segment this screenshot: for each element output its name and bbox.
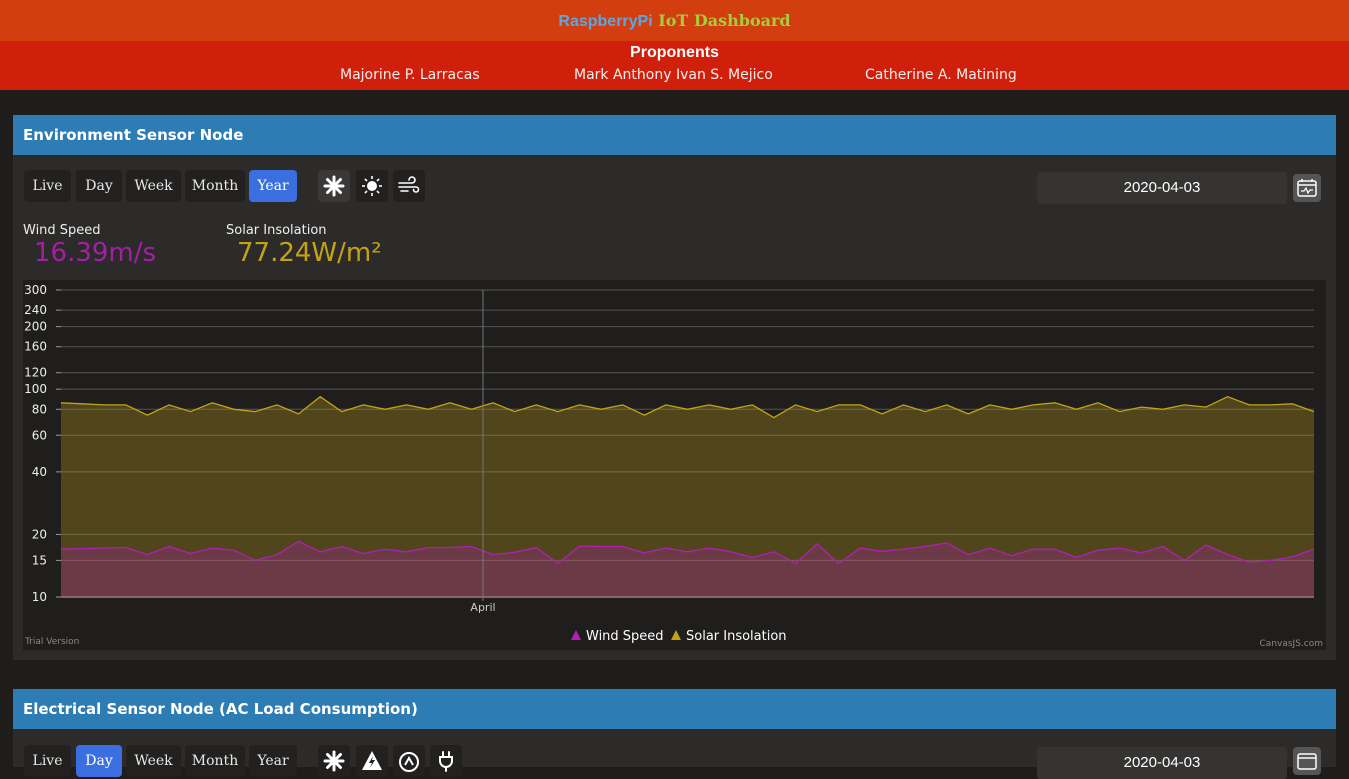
- gauge-button[interactable]: [393, 745, 425, 777]
- y-tick-label: 160: [24, 340, 47, 354]
- proponent-name: Majorine P. Larracas: [340, 67, 480, 83]
- environment-chart-svg: 10 15 20 40 60 80 100 120 160 200 240 300 April Wind …: [24, 283, 1323, 649]
- env-panel-title: Environment Sensor Node: [13, 115, 1336, 155]
- environment-chart: 10 15 20 40 60 80 100 120 160 200 240 300 April Wind …: [23, 280, 1326, 650]
- sun-icon: [362, 176, 382, 196]
- legend-marker: [671, 630, 681, 640]
- x-tick-label: April: [470, 601, 495, 614]
- proponent-name: Catherine A. Matining: [865, 67, 1017, 83]
- lightning-icon: [362, 751, 382, 770]
- date-field[interactable]: 2020-04-03: [1037, 747, 1287, 779]
- range-button-live[interactable]: Live: [24, 170, 71, 202]
- elec-panel-title: Electrical Sensor Node (AC Load Consumpt…: [13, 689, 1336, 729]
- wind-icon: [398, 176, 420, 193]
- y-tick-label: 60: [32, 428, 47, 442]
- range-button-week[interactable]: Week: [126, 745, 181, 777]
- y-tick-label: 120: [24, 366, 47, 380]
- range-button-live[interactable]: Live: [24, 745, 71, 777]
- y-tick-label: 200: [24, 320, 47, 334]
- wind-turbine-icon: [323, 750, 345, 772]
- range-button-year[interactable]: Year: [249, 745, 297, 777]
- wind-speed-value: 16.39m/s: [34, 238, 157, 268]
- proponents-bar: Proponents Majorine P. Larracas Mark Ant…: [0, 41, 1349, 90]
- calendar-button[interactable]: [1293, 747, 1321, 775]
- wind-turbine-icon: [323, 175, 345, 197]
- proponent-name: Mark Anthony Ivan S. Mejico: [574, 67, 773, 83]
- range-button-week[interactable]: Week: [126, 170, 181, 202]
- solar-insolation-label: Solar Insolation: [226, 223, 327, 238]
- app-title: RaspberryPi IoT Dashboard: [0, 0, 1349, 41]
- gauge-icon: [399, 752, 419, 772]
- calendar-button[interactable]: [1293, 174, 1321, 202]
- wind-button[interactable]: [393, 170, 425, 202]
- plug-icon: [439, 751, 453, 772]
- y-tick-label: 300: [24, 283, 47, 297]
- calendar-icon: [1297, 753, 1317, 770]
- y-tick-label: 100: [24, 382, 47, 396]
- wind-turbine-button[interactable]: [318, 745, 350, 777]
- plug-button[interactable]: [430, 745, 462, 777]
- sun-button[interactable]: [356, 170, 388, 202]
- date-field[interactable]: 2020-04-03: [1037, 172, 1287, 204]
- solar-insolation-value: 77.24W/m²: [237, 238, 382, 268]
- wind-speed-label: Wind Speed: [23, 223, 101, 238]
- range-button-day[interactable]: Day: [76, 745, 122, 777]
- wind-turbine-button[interactable]: [318, 170, 350, 202]
- legend-marker: [571, 630, 581, 640]
- range-button-month[interactable]: Month: [185, 745, 245, 777]
- app-title-suffix: IoT Dashboard: [658, 11, 791, 30]
- trial-version-label: Trial Version: [24, 637, 79, 647]
- range-button-day[interactable]: Day: [76, 170, 122, 202]
- calendar-icon: [1297, 179, 1317, 197]
- app-title-brand: RaspberryPi: [558, 13, 653, 30]
- range-button-month[interactable]: Month: [185, 170, 245, 202]
- y-tick-label: 15: [32, 553, 47, 567]
- canvasjs-credit: CanvasJS.com: [1260, 639, 1323, 649]
- legend-label: Solar Insolation: [686, 629, 787, 644]
- y-tick-label: 80: [32, 402, 47, 416]
- y-tick-label: 10: [32, 590, 47, 604]
- y-tick-label: 20: [32, 527, 47, 541]
- lightning-button[interactable]: [356, 745, 388, 777]
- range-button-year[interactable]: Year: [249, 170, 297, 202]
- y-tick-label: 40: [32, 465, 47, 479]
- y-tick-label: 240: [24, 303, 47, 317]
- proponents-title: Proponents: [630, 44, 719, 61]
- legend-label: Wind Speed: [586, 629, 664, 644]
